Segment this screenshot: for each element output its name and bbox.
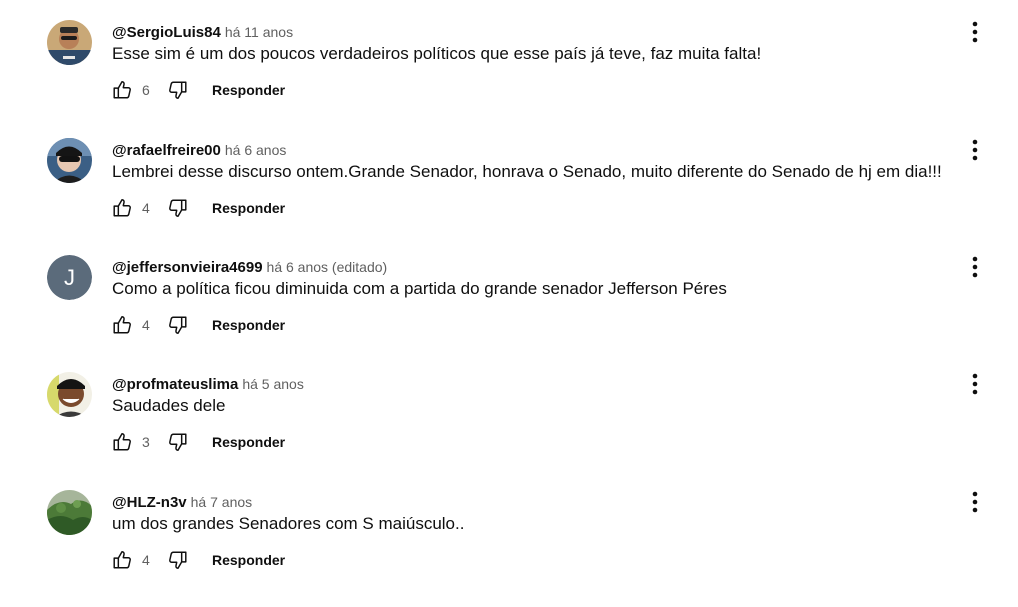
- comment-item: @profmateuslima há 5 anos Saudades dele 3…: [0, 372, 1018, 489]
- more-actions-button[interactable]: [963, 255, 987, 279]
- comment-actions: 4 Responder: [110, 313, 285, 337]
- more-vert-icon: [972, 373, 978, 395]
- comment-author[interactable]: @HLZ-n3v: [112, 494, 187, 511]
- avatar-letter: J: [47, 255, 92, 300]
- comment-text: Lembrei desse discurso ontem.Grande Sena…: [112, 162, 942, 181]
- comment-item: @HLZ-n3v há 7 anos um dos grandes Senador…: [0, 490, 1018, 607]
- comment-timestamp[interactable]: há 11 anos: [225, 24, 293, 40]
- comment-actions: 4 Responder: [110, 548, 285, 572]
- reply-button[interactable]: Responder: [212, 200, 285, 216]
- more-actions-button[interactable]: [963, 372, 987, 396]
- comment-text: Esse sim é um dos poucos verdadeiros pol…: [112, 44, 762, 63]
- thumbs-down-icon: [169, 199, 187, 217]
- comment-timestamp[interactable]: há 6 anos (editado): [267, 259, 388, 275]
- like-button[interactable]: [110, 196, 134, 220]
- comment-header: @profmateuslima há 5 anos: [112, 375, 304, 393]
- comment-actions: 4 Responder: [110, 196, 285, 220]
- comment-header: @rafaelfreire00 há 6 anos: [112, 141, 286, 159]
- comment-timestamp[interactable]: há 7 anos: [191, 494, 253, 510]
- more-actions-button[interactable]: [963, 138, 987, 162]
- comment-actions: 3 Responder: [110, 430, 285, 454]
- comment-text: um dos grandes Senadores com S maiúsculo…: [112, 514, 465, 533]
- comment-header: @HLZ-n3v há 7 anos: [112, 493, 252, 511]
- reply-button[interactable]: Responder: [212, 82, 285, 98]
- avatar-photo: [47, 490, 92, 535]
- avatar-photo: [47, 138, 92, 183]
- comment-text: Saudades dele: [112, 396, 226, 415]
- avatar-photo: [47, 20, 92, 65]
- thumbs-down-icon: [169, 551, 187, 569]
- more-vert-icon: [972, 491, 978, 513]
- reply-button[interactable]: Responder: [212, 434, 285, 450]
- like-button[interactable]: [110, 548, 134, 572]
- thumbs-down-icon: [169, 81, 187, 99]
- thumbs-up-icon: [113, 316, 131, 334]
- comment-header: @jeffersonvieira4699 há 6 anos (editado): [112, 258, 387, 276]
- dislike-button[interactable]: [166, 313, 190, 337]
- thumbs-down-icon: [169, 316, 187, 334]
- comment-author[interactable]: @jeffersonvieira4699: [112, 259, 263, 276]
- comment-timestamp[interactable]: há 6 anos: [225, 142, 287, 158]
- like-count: 3: [142, 434, 150, 450]
- thumbs-up-icon: [113, 81, 131, 99]
- comment-timestamp[interactable]: há 5 anos: [242, 376, 304, 392]
- thumbs-down-icon: [169, 433, 187, 451]
- comment-author[interactable]: @profmateuslima: [112, 376, 238, 393]
- avatar[interactable]: [47, 490, 92, 535]
- avatar[interactable]: J: [47, 255, 92, 300]
- like-count: 4: [142, 200, 150, 216]
- comment-item: J @jeffersonvieira4699 há 6 anos (editado…: [0, 255, 1018, 372]
- avatar[interactable]: [47, 20, 92, 65]
- more-actions-button[interactable]: [963, 490, 987, 514]
- comment-text: Como a política ficou diminuida com a pa…: [112, 279, 727, 298]
- more-vert-icon: [972, 256, 978, 278]
- dislike-button[interactable]: [166, 78, 190, 102]
- avatar-photo: [47, 372, 92, 417]
- dislike-button[interactable]: [166, 548, 190, 572]
- like-count: 6: [142, 82, 150, 98]
- thumbs-up-icon: [113, 199, 131, 217]
- like-button[interactable]: [110, 313, 134, 337]
- reply-button[interactable]: Responder: [212, 317, 285, 333]
- thumbs-up-icon: [113, 551, 131, 569]
- reply-button[interactable]: Responder: [212, 552, 285, 568]
- more-vert-icon: [972, 139, 978, 161]
- thumbs-up-icon: [113, 433, 131, 451]
- comment-item: @SergioLuis84 há 11 anos Esse sim é um do…: [0, 20, 1018, 137]
- avatar[interactable]: [47, 372, 92, 417]
- dislike-button[interactable]: [166, 196, 190, 220]
- more-actions-button[interactable]: [963, 20, 987, 44]
- more-vert-icon: [972, 21, 978, 43]
- comment-actions: 6 Responder: [110, 78, 285, 102]
- like-button[interactable]: [110, 430, 134, 454]
- comment-author[interactable]: @SergioLuis84: [112, 24, 221, 41]
- like-count: 4: [142, 317, 150, 333]
- like-count: 4: [142, 552, 150, 568]
- like-button[interactable]: [110, 78, 134, 102]
- dislike-button[interactable]: [166, 430, 190, 454]
- comment-item: @rafaelfreire00 há 6 anos Lembrei desse d…: [0, 138, 1018, 255]
- avatar[interactable]: [47, 138, 92, 183]
- comment-author[interactable]: @rafaelfreire00: [112, 142, 221, 159]
- comment-header: @SergioLuis84 há 11 anos: [112, 23, 293, 41]
